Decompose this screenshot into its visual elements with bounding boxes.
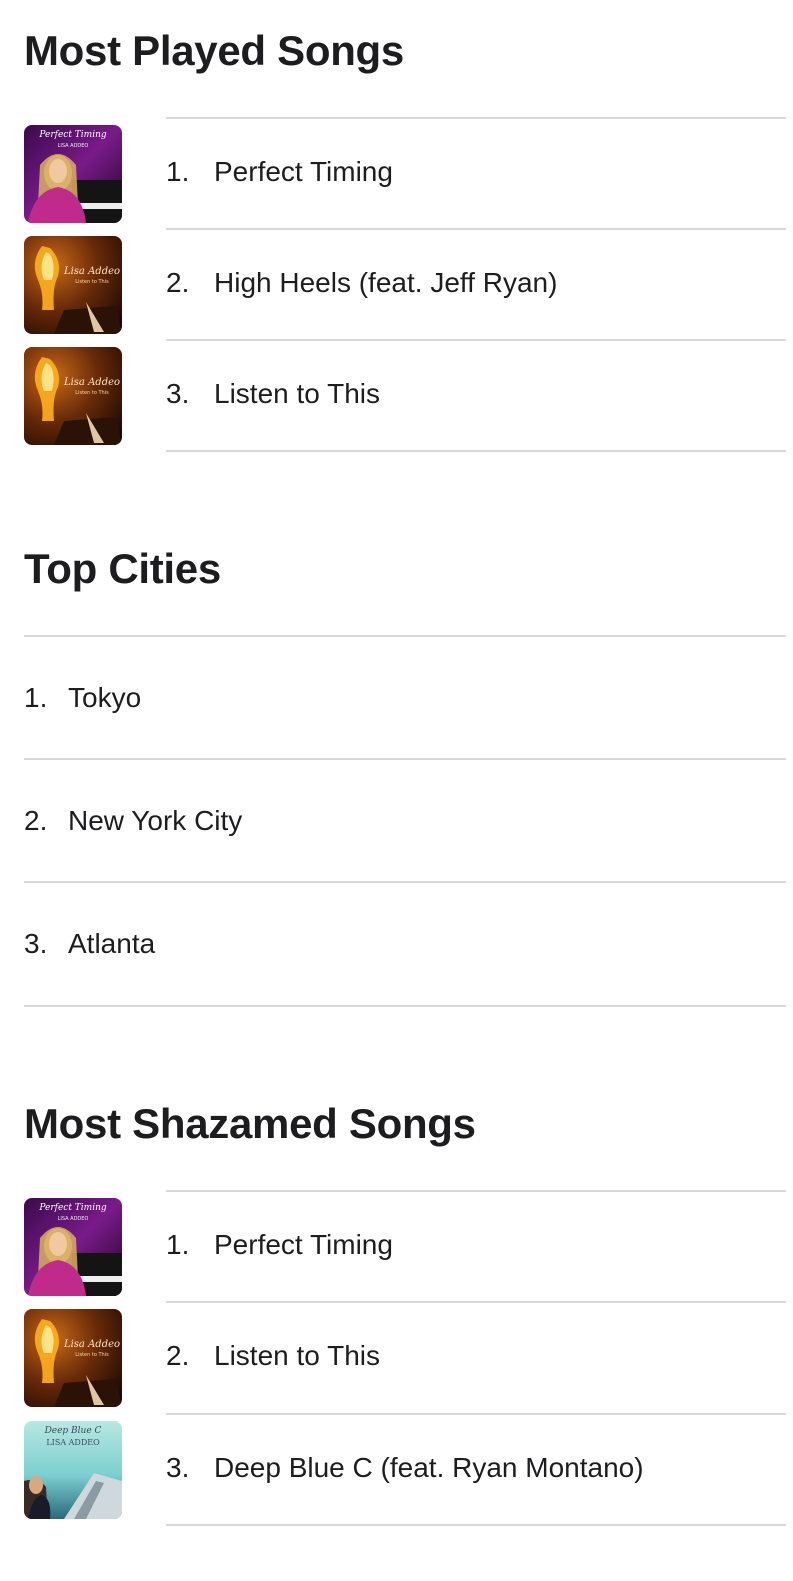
- song-row[interactable]: Lisa Addeo Listen to This 2. High Heels …: [0, 229, 793, 340]
- song-title[interactable]: Deep Blue C (feat. Ryan Montano): [214, 1454, 644, 1482]
- city-name: Atlanta: [68, 928, 156, 959]
- song-title[interactable]: Perfect Timing: [214, 158, 393, 186]
- art-title: Listen to This: [75, 279, 109, 285]
- city-rank: 2.: [24, 805, 48, 836]
- art-title: Listen to This: [75, 390, 109, 396]
- art-title: Deep Blue C: [44, 1426, 102, 1436]
- album-artwork[interactable]: Deep Blue C LISA ADDEO: [24, 1421, 122, 1519]
- art-artist: Lisa Addeo: [63, 377, 120, 388]
- song-rank: 3.: [166, 378, 190, 409]
- city-row: 1. Tokyo: [0, 636, 793, 759]
- song-title[interactable]: High Heels (feat. Jeff Ryan): [214, 269, 557, 297]
- city-name: Tokyo: [68, 682, 142, 713]
- art-title: Listen to This: [75, 1352, 109, 1358]
- song-row[interactable]: Perfect Timing LISA ADDEO 1. Perfect Tim…: [0, 1191, 793, 1302]
- album-artwork[interactable]: Lisa Addeo Listen to This: [24, 347, 122, 445]
- song-row[interactable]: Perfect Timing LISA ADDEO 1. Perfect Tim…: [0, 118, 793, 229]
- city-row: 3. Atlanta: [0, 882, 793, 1005]
- city-rank: 3.: [24, 928, 48, 959]
- top-cities-title[interactable]: Top Cities: [24, 548, 221, 590]
- most-played-title[interactable]: Most Played Songs: [24, 30, 404, 72]
- art-title: Perfect Timing: [38, 1203, 107, 1213]
- album-artwork[interactable]: Perfect Timing LISA ADDEO: [24, 125, 122, 223]
- song-title[interactable]: Perfect Timing: [214, 1231, 393, 1259]
- city-row: 2. New York City: [0, 759, 793, 882]
- art-artist: LISA ADDEO: [58, 1216, 89, 1222]
- most-shazamed-title[interactable]: Most Shazamed Songs: [24, 1103, 476, 1145]
- album-artwork[interactable]: Perfect Timing LISA ADDEO: [24, 1198, 122, 1296]
- city-rank: 1.: [24, 682, 48, 713]
- song-row[interactable]: Lisa Addeo Listen to This 3. Listen to T…: [0, 340, 793, 451]
- song-rank: 3.: [166, 1452, 190, 1483]
- art-artist: Lisa Addeo: [63, 266, 120, 277]
- divider: [166, 450, 786, 452]
- song-title[interactable]: Listen to This: [214, 1342, 380, 1370]
- song-rank: 2.: [166, 267, 190, 298]
- art-title: Perfect Timing: [38, 130, 107, 140]
- art-artist: LISA ADDEO: [46, 1438, 100, 1447]
- divider: [166, 1524, 786, 1526]
- divider: [24, 1005, 786, 1007]
- album-artwork[interactable]: Lisa Addeo Listen to This: [24, 1309, 122, 1407]
- song-rank: 1.: [166, 1229, 190, 1260]
- city-name: New York City: [68, 805, 243, 836]
- art-artist: Lisa Addeo: [63, 1339, 120, 1350]
- song-row[interactable]: Lisa Addeo Listen to This 2. Listen to T…: [0, 1302, 793, 1413]
- song-rank: 2.: [166, 1340, 190, 1371]
- song-row[interactable]: Deep Blue C LISA ADDEO 3. Deep Blue C (f…: [0, 1414, 793, 1525]
- art-artist: LISA ADDEO: [58, 143, 89, 149]
- album-artwork[interactable]: Lisa Addeo Listen to This: [24, 236, 122, 334]
- song-title[interactable]: Listen to This: [214, 380, 380, 408]
- song-rank: 1.: [166, 156, 190, 187]
